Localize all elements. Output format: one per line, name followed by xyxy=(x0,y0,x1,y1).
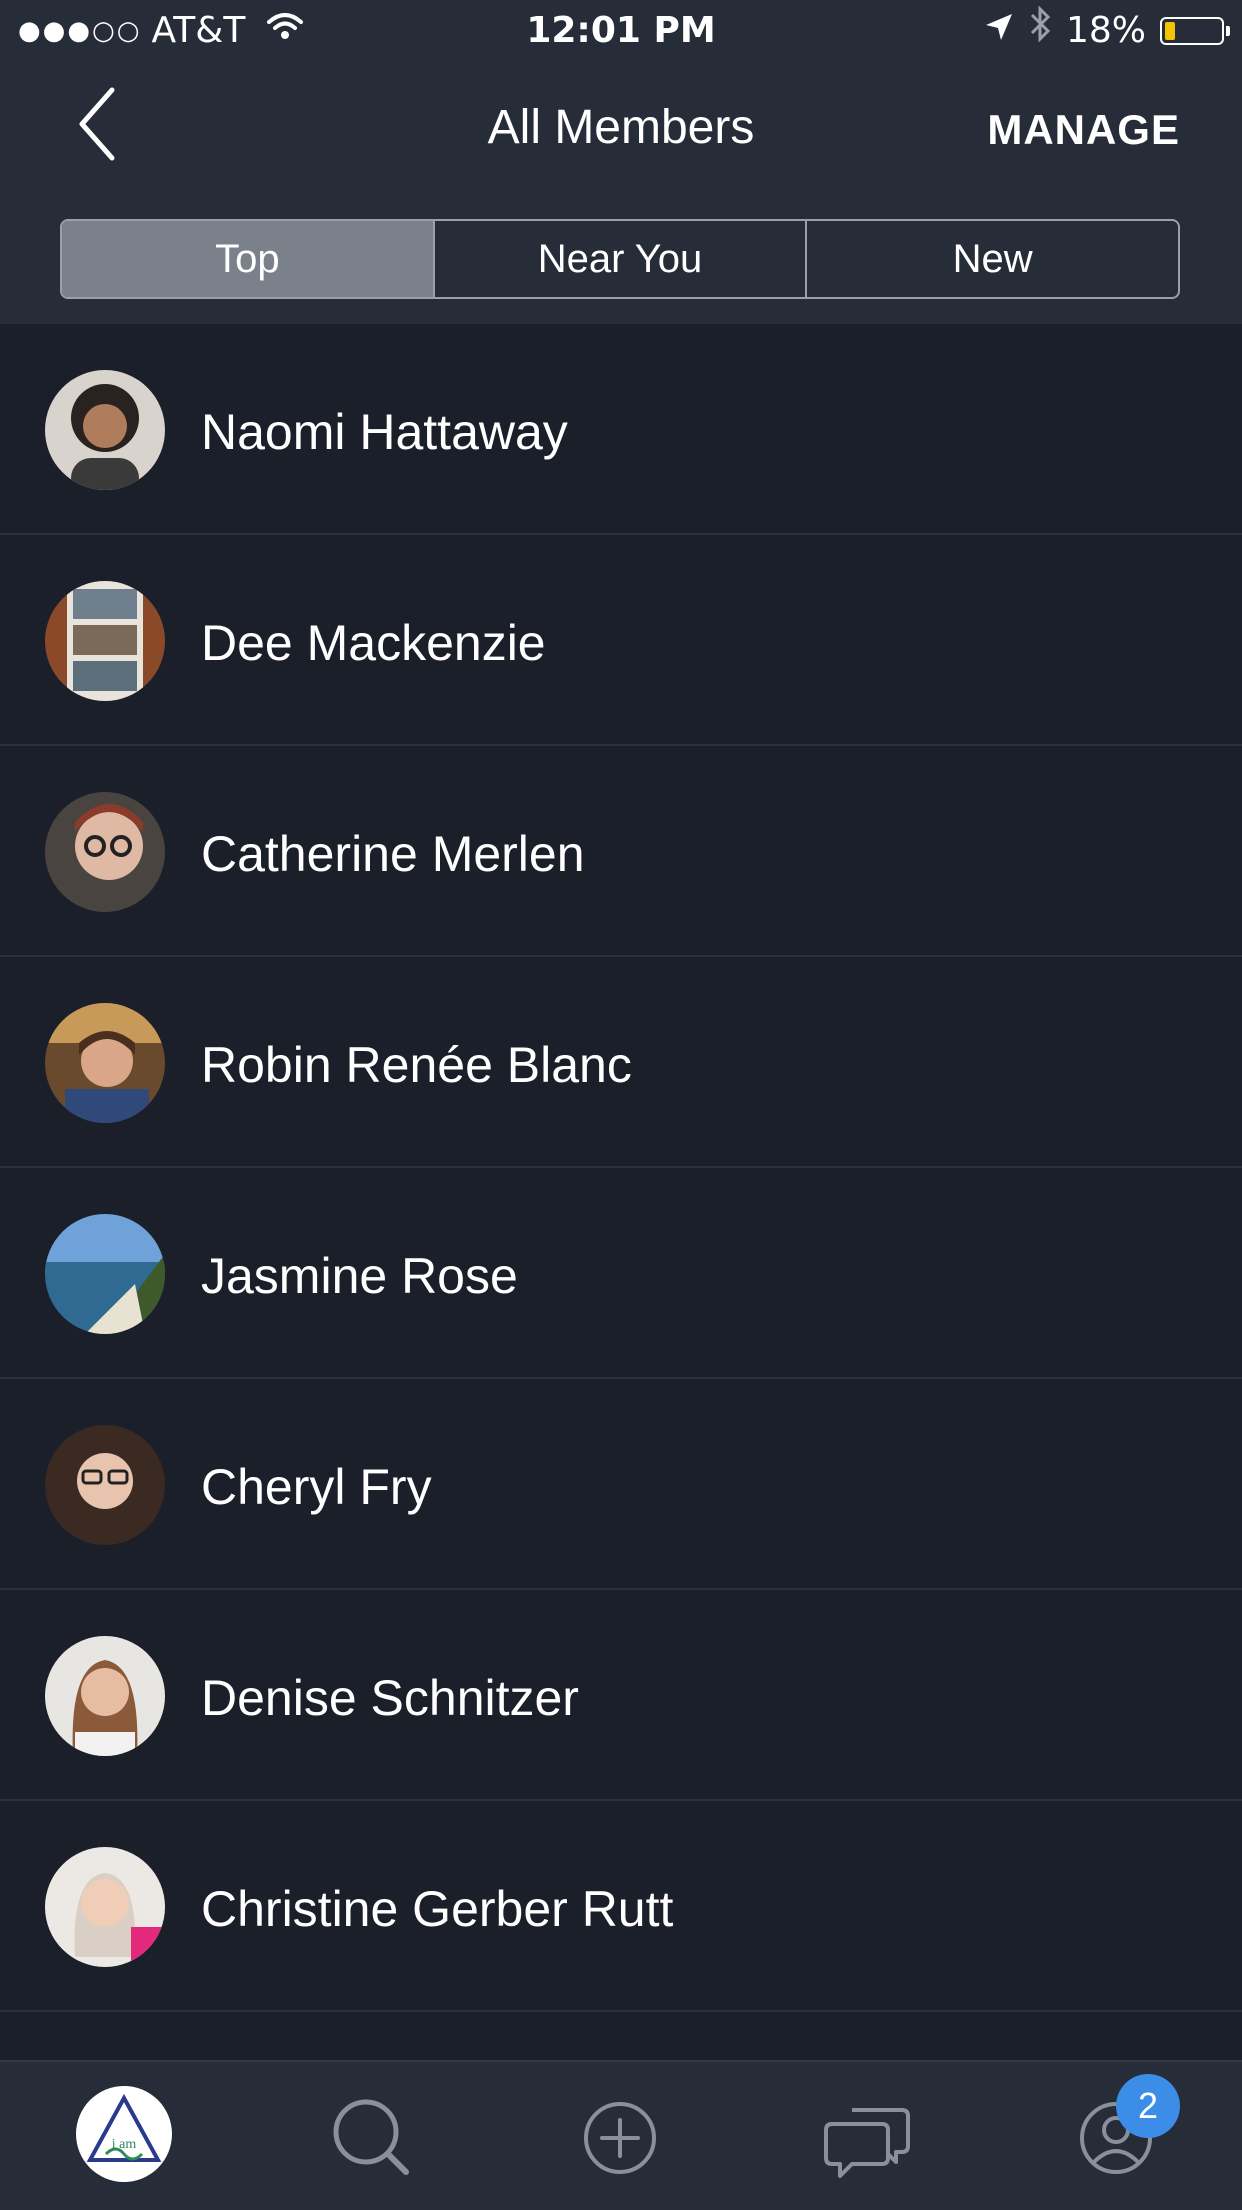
add-circle-icon[interactable] xyxy=(570,2088,670,2188)
logo-text: i am xyxy=(112,2137,137,2152)
avatar xyxy=(45,1425,165,1545)
list-item[interactable]: Christine Gerber Rutt xyxy=(0,1801,1242,2012)
member-filter-tabs: Top Near You New xyxy=(60,219,1180,299)
header-area: ●●●○○ AT&T 12:01 PM 18% All Members MANA… xyxy=(0,0,1242,324)
member-name: Catherine Merlen xyxy=(201,826,585,882)
battery-percent: 18% xyxy=(1065,10,1146,51)
tab-top[interactable]: Top xyxy=(62,221,433,297)
list-item[interactable]: Denise Schnitzer xyxy=(0,1590,1242,1801)
list-item[interactable]: Naomi Hattaway xyxy=(0,324,1242,535)
search-icon[interactable] xyxy=(322,2088,422,2188)
list-item[interactable]: Cheryl Fry xyxy=(0,1379,1242,1590)
member-name: Denise Schnitzer xyxy=(201,1670,579,1726)
avatar xyxy=(45,1214,165,1334)
location-arrow-icon xyxy=(984,0,1014,62)
member-name: Robin Renée Blanc xyxy=(201,1037,632,1093)
tab-near-you[interactable]: Near You xyxy=(432,221,806,297)
member-name: Dee Mackenzie xyxy=(201,615,546,671)
member-name: Christine Gerber Rutt xyxy=(201,1881,674,1937)
avatar xyxy=(45,792,165,912)
member-name: Naomi Hattaway xyxy=(201,404,568,460)
bluetooth-icon xyxy=(1028,0,1052,62)
status-bar: ●●●○○ AT&T 12:01 PM 18% xyxy=(0,0,1242,62)
tab-new[interactable]: New xyxy=(805,221,1178,297)
navigation-bar: All Members MANAGE xyxy=(0,62,1242,192)
avatar xyxy=(45,1636,165,1756)
notification-badge: 2 xyxy=(1116,2074,1180,2138)
chat-bubbles-icon[interactable] xyxy=(818,2088,918,2188)
manage-button[interactable]: MANAGE xyxy=(987,106,1180,154)
avatar xyxy=(45,370,165,490)
bottom-tab-bar: i am xyxy=(0,2060,1242,2210)
list-item[interactable]: Jasmine Rose xyxy=(0,1168,1242,1379)
list-item[interactable]: Catherine Merlen xyxy=(0,746,1242,957)
list-item[interactable]: Dee Mackenzie xyxy=(0,535,1242,746)
community-logo-icon[interactable]: i am xyxy=(74,2084,174,2184)
avatar xyxy=(45,1003,165,1123)
list-item[interactable]: Robin Renée Blanc xyxy=(0,957,1242,1168)
member-name: Jasmine Rose xyxy=(201,1248,518,1304)
avatar xyxy=(45,581,165,701)
avatar xyxy=(45,1847,165,1967)
member-name: Cheryl Fry xyxy=(201,1459,432,1515)
member-list: Naomi Hattaway Dee Mackenzie Catherine M… xyxy=(0,324,1242,2012)
battery-icon xyxy=(1160,17,1230,45)
